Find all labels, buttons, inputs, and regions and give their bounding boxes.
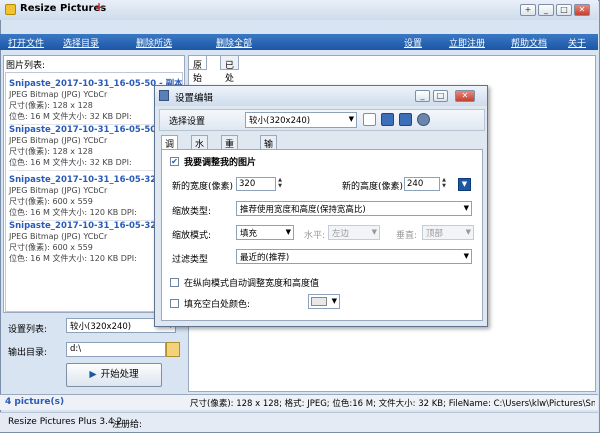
select-setting-value: 较小(320x240) [249, 116, 311, 126]
app-title-plus: + [94, 0, 105, 14]
start-process-button[interactable]: ▶ 开始处理 [66, 363, 162, 387]
scale-type-label: 缩放类型: [172, 207, 212, 217]
dialog-close-button[interactable]: ✕ [455, 90, 475, 102]
tab-watermark[interactable]: 水印 [191, 135, 209, 163]
filter-type-select[interactable]: 最近的(推荐) ▼ [236, 249, 472, 264]
save-icon[interactable] [381, 113, 394, 126]
settings-dialog: 设置编辑 _ □ ✕ 选择设置 较小(320x240) ▼ 调整 水印 重命名 … [154, 85, 488, 327]
settings-list-value: 较小(320x240) [70, 322, 132, 332]
close-button[interactable]: ✕ [574, 4, 590, 16]
picture-count: 4 picture(s) [5, 397, 65, 407]
chevron-down-icon: ▼ [463, 204, 469, 212]
chevron-down-icon: ▼ [463, 252, 469, 260]
app-logo-icon [5, 4, 16, 15]
scale-type-select[interactable]: 推荐使用宽度和高度(保持宽高比) ▼ [236, 201, 472, 216]
resize-checkbox[interactable]: ✔ [170, 157, 179, 166]
horizontal-select[interactable]: 左边 ▼ [328, 225, 380, 240]
maximize-button[interactable]: □ [556, 4, 572, 16]
resize-tab-content: ✔ 我要调整我的图片 新的宽度(像素) 320 ▲ ▼ 新的高度(像素) 240 … [161, 149, 483, 321]
fill-color-checkbox[interactable] [170, 299, 179, 308]
new-width-stepper[interactable]: ▲ ▼ [276, 177, 284, 191]
color-swatch [311, 297, 327, 306]
filter-type-value: 最近的(推荐) [240, 253, 290, 263]
tab-original[interactable]: 原始 [188, 55, 208, 84]
menu-settings[interactable]: 设置 [404, 36, 422, 49]
output-dir-input[interactable]: d:\ [66, 342, 166, 357]
file-info: 尺寸(像素): 128 x 128; 格式: JPEG; 位色:16 M; 文件… [190, 399, 595, 409]
tab-processed[interactable]: 已处理 [220, 55, 240, 97]
menu-delete-all[interactable]: 删除全部 [216, 36, 252, 49]
extra-window-button[interactable]: + [520, 4, 536, 16]
settings-list-label: 设置列表: [8, 325, 48, 335]
settings-icon[interactable] [417, 113, 430, 126]
new-height-stepper[interactable]: ▲ ▼ [440, 177, 448, 191]
play-icon: ▶ [89, 369, 97, 380]
new-width-label: 新的宽度(像素) [172, 182, 234, 192]
aspect-ratio-toggle[interactable]: ▼ [458, 178, 471, 191]
new-file-icon[interactable] [363, 113, 376, 126]
chevron-down-icon: ▼ [465, 228, 471, 236]
picture-list-label: 图片列表: [6, 61, 46, 71]
portrait-auto-checkbox[interactable] [170, 278, 179, 287]
tab-rename[interactable]: 重命名 [221, 135, 239, 176]
dialog-maximize-button[interactable]: □ [433, 90, 448, 102]
dialog-minimize-button[interactable]: _ [415, 90, 430, 102]
dialog-title: 设置编辑 [175, 93, 214, 104]
menu-delete-selected[interactable]: 删除所选 [136, 36, 172, 49]
chevron-down-icon: ▼ [371, 228, 377, 236]
resize-checkbox-label: 我要调整我的图片 [184, 158, 257, 168]
select-setting-label: 选择设置 [169, 117, 206, 127]
menu-register[interactable]: 立即注册 [449, 36, 485, 49]
registered-to: 注册给: [112, 420, 143, 430]
select-setting-combo[interactable]: 较小(320x240) ▼ [245, 112, 357, 128]
version-text: Resize Pictures Plus 3.4.2 [8, 417, 123, 427]
folder-browse-icon[interactable] [166, 342, 180, 357]
title-bar: Resize Pictures + + _ □ ✕ [0, 0, 598, 20]
start-process-label: 开始处理 [100, 369, 139, 380]
scale-mode-select[interactable]: 填充 ▼ [236, 225, 294, 240]
scale-type-value: 推荐使用宽度和高度(保持宽高比) [240, 205, 366, 215]
menu-open-file[interactable]: 打开文件 [8, 36, 44, 49]
menu-about[interactable]: 关于 [568, 36, 586, 49]
menu-select-folder[interactable]: 选择目录 [63, 36, 99, 49]
output-dir-label: 输出目录: [8, 348, 48, 358]
save-as-icon[interactable] [399, 113, 412, 126]
vertical-label: 垂直: [396, 231, 418, 241]
horizontal-label: 水平: [304, 231, 326, 241]
new-height-input[interactable]: 240 [404, 177, 440, 191]
menu-bar: 打开文件 选择目录 删除所选 删除全部 设置 立即注册 帮助文档 关于 [0, 34, 598, 50]
new-width-input[interactable]: 320 [236, 177, 276, 191]
tab-resize[interactable]: 调整 [161, 135, 179, 163]
dialog-title-bar: 设置编辑 _ □ ✕ [155, 86, 487, 106]
fill-color-label: 填充空白处颜色: [184, 300, 251, 310]
scale-mode-label: 缩放模式: [172, 231, 212, 241]
chevron-down-icon: ▼ [331, 297, 337, 305]
menu-help[interactable]: 帮助文档 [511, 36, 547, 49]
portrait-auto-label: 在纵向模式自动调整宽度和高度值 [184, 279, 320, 289]
tab-output[interactable]: 输出 [260, 135, 278, 163]
filter-type-label: 过滤类型 [172, 255, 209, 265]
chevron-down-icon: ▼ [285, 228, 291, 236]
new-height-label: 新的高度(像素) [342, 182, 404, 192]
scale-mode-value: 填充 [240, 229, 258, 239]
vertical-value: 顶部 [426, 229, 444, 239]
dialog-app-icon [159, 90, 169, 101]
chevron-down-icon: ▼ [348, 115, 354, 123]
fill-color-picker[interactable]: ▼ [308, 294, 340, 309]
minimize-button[interactable]: _ [538, 4, 554, 16]
horizontal-value: 左边 [332, 229, 350, 239]
vertical-select[interactable]: 顶部 ▼ [422, 225, 474, 240]
